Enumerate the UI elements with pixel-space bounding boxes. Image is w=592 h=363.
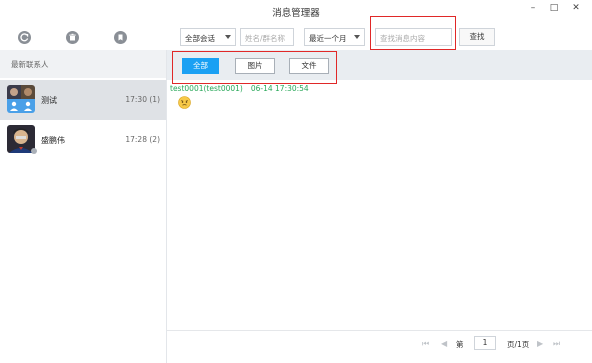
- contact-time: 17:30: [125, 95, 147, 104]
- date-filter-select[interactable]: 最近一个月: [304, 28, 365, 46]
- conversation-filter-value: 全部会话: [185, 34, 215, 43]
- last-page-icon[interactable]: ⏭: [553, 339, 560, 349]
- tab-all[interactable]: 全部: [182, 58, 219, 74]
- title-bar: 消息管理器 – □ ✕: [0, 0, 592, 22]
- type-filter-bar: 全部 图片 文件: [167, 50, 592, 80]
- prev-page-icon[interactable]: ◀: [441, 339, 447, 348]
- contact-name: 测试: [41, 96, 57, 105]
- contact-item-sheng[interactable]: 盛鹏伟 17:28 (2): [0, 120, 166, 160]
- trash-icon[interactable]: [66, 31, 79, 44]
- chevron-down-icon: [225, 35, 231, 39]
- message-header: test0001(test0001) 06-14 17:30:54: [170, 84, 309, 93]
- message-sender: test0001(test0001): [170, 84, 243, 93]
- close-button[interactable]: ✕: [566, 1, 586, 15]
- export-icon[interactable]: [114, 31, 127, 44]
- window-title: 消息管理器: [272, 8, 320, 19]
- page-total: 页/1页: [507, 340, 530, 349]
- search-button[interactable]: 查找: [459, 28, 495, 46]
- next-page-icon[interactable]: ▶: [537, 339, 543, 348]
- contact-name: 盛鹏伟: [41, 136, 65, 145]
- tab-images[interactable]: 图片: [235, 58, 275, 74]
- page-label: 第: [456, 340, 464, 349]
- toolbar: 全部会话 姓名/群名称 最近一个月 查找消息内容 查找: [0, 22, 592, 50]
- contact-count: (1): [149, 95, 160, 104]
- page-number-input[interactable]: 1: [474, 336, 496, 350]
- maximize-button[interactable]: □: [544, 1, 564, 15]
- message-panel: 全部 图片 文件 test0001(test0001) 06-14 17:30:5…: [167, 50, 592, 363]
- first-page-icon[interactable]: ⏮: [422, 339, 429, 349]
- conversation-filter-select[interactable]: 全部会话: [180, 28, 236, 46]
- contact-meta: 17:28 (2): [125, 135, 160, 144]
- contact-meta: 17:30 (1): [125, 95, 160, 104]
- date-filter-value: 最近一个月: [309, 34, 347, 43]
- sidebar-header-label: 最新联系人: [11, 60, 49, 69]
- pager: ⏮ ◀ 第 1 页/1页 ▶ ⏭: [167, 330, 592, 355]
- contact-item-test[interactable]: 测试 17:30 (1): [0, 80, 166, 120]
- group-avatar: [7, 85, 35, 113]
- emoji-icon: [178, 96, 191, 109]
- message-search-input[interactable]: 查找消息内容: [375, 28, 452, 46]
- contact-time: 17:28: [125, 135, 147, 144]
- chevron-down-icon: [354, 35, 360, 39]
- name-filter-input[interactable]: 姓名/群名称: [240, 28, 294, 46]
- sidebar-header: 最新联系人: [0, 50, 166, 78]
- message-time: 06-14 17:30:54: [250, 84, 309, 93]
- refresh-icon[interactable]: [18, 31, 31, 44]
- offline-status-icon: [31, 148, 37, 154]
- recent-contacts-sidebar: 最新联系人 测试 17:30 (1) 盛鹏伟 17:28 (2): [0, 50, 167, 363]
- tab-files[interactable]: 文件: [289, 58, 329, 74]
- contact-count: (2): [149, 135, 160, 144]
- minimize-button[interactable]: –: [523, 1, 543, 15]
